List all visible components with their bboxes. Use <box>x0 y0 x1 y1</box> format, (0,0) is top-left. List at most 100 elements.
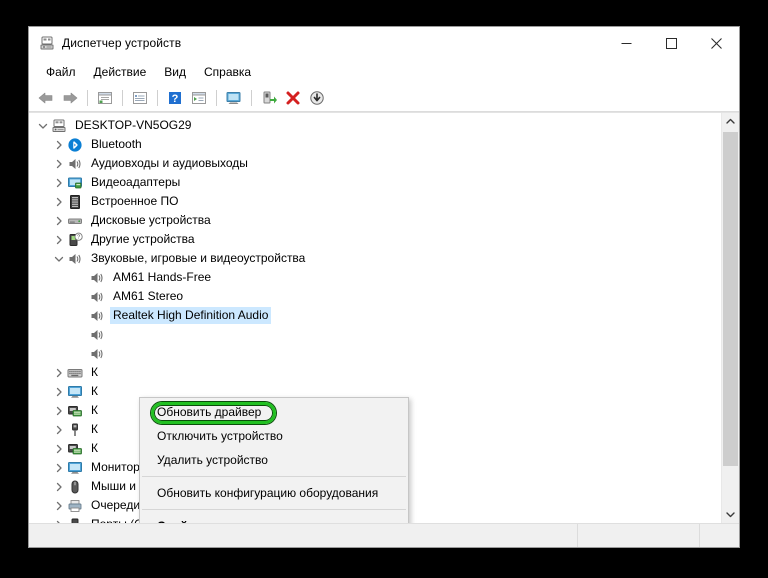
menu-file[interactable]: Файл <box>37 62 85 82</box>
minimize-button[interactable] <box>604 27 649 59</box>
chevron-right-icon[interactable] <box>51 194 67 210</box>
scroll-up-arrow-icon[interactable] <box>722 113 739 130</box>
status-bar <box>29 523 739 547</box>
tree-item[interactable]: К <box>29 363 721 382</box>
device-manager-icon <box>39 35 55 51</box>
chevron-right-icon[interactable] <box>51 137 67 153</box>
tree-item[interactable]: Realtek High Definition Audio <box>29 306 721 325</box>
ctx-disable-device[interactable]: Отключить устройство <box>140 424 408 448</box>
ctx-update-driver[interactable]: Обновить драйвер <box>140 400 408 424</box>
device-context-menu[interactable]: Обновить драйвер Отключить устройство Удал… <box>139 397 409 523</box>
chevron-right-icon[interactable] <box>51 479 67 495</box>
chevron-right-icon[interactable] <box>51 403 67 419</box>
vertical-scrollbar[interactable] <box>721 113 739 523</box>
context-menu-separator <box>142 509 406 510</box>
window-title: Диспетчер устройств <box>62 36 182 50</box>
install-legacy-device-icon[interactable] <box>258 87 280 109</box>
controller-icon <box>67 441 83 457</box>
ctx-uninstall-device[interactable]: Удалить устройство <box>140 448 408 472</box>
window-controls <box>604 27 739 59</box>
maximize-button[interactable] <box>649 27 694 59</box>
mouse-icon <box>67 479 83 495</box>
highlight-annotation-oval <box>151 402 276 424</box>
properties-icon[interactable] <box>129 87 151 109</box>
scroll-thumb[interactable] <box>723 132 738 466</box>
chevron-right-icon[interactable] <box>51 365 67 381</box>
back-arrow-icon[interactable] <box>35 87 57 109</box>
tree-item[interactable]: Встроенное ПО <box>29 192 721 211</box>
disable-device-icon[interactable] <box>306 87 328 109</box>
update-driver-icon[interactable] <box>188 87 210 109</box>
close-button[interactable] <box>694 27 739 59</box>
chevron-right-icon[interactable] <box>51 384 67 400</box>
speaker-icon <box>67 156 83 172</box>
tree-item-label: Другие устройства <box>91 232 195 246</box>
tree-item[interactable]: DESKTOP-VN5OG29 <box>29 116 721 135</box>
toolbar-separator <box>216 90 217 106</box>
ctx-properties[interactable]: Свойства <box>140 514 408 523</box>
toolbar-separator <box>122 90 123 106</box>
tree-item[interactable]: AM61 Stereo <box>29 287 721 306</box>
speaker-icon <box>89 327 105 343</box>
screenshot-root: Диспетчер устройств Файл Действие Вид Сп… <box>0 0 768 578</box>
toolbar-separator <box>251 90 252 106</box>
chevron-right-icon[interactable] <box>51 441 67 457</box>
chevron-none-icon <box>73 289 89 305</box>
tree-item-label <box>110 333 116 336</box>
chevron-right-icon[interactable] <box>51 422 67 438</box>
toolbar-separator <box>87 90 88 106</box>
content-area: DESKTOP-VN5OG29 Bluetooth Аудиовходы и ауд… <box>29 112 739 523</box>
menu-help[interactable]: Справка <box>195 62 260 82</box>
uninstall-device-icon[interactable] <box>282 87 304 109</box>
svg-text:?: ? <box>172 93 179 105</box>
keyboard-icon <box>67 365 83 381</box>
help-icon[interactable]: ? <box>164 87 186 109</box>
scroll-track[interactable] <box>722 130 739 506</box>
context-menu-separator <box>142 476 406 477</box>
status-panel-2 <box>577 524 699 547</box>
forward-arrow-icon[interactable] <box>59 87 81 109</box>
other-device-icon: ? <box>67 232 83 248</box>
tree-item[interactable]: Видеоадаптеры <box>29 173 721 192</box>
monitor-icon <box>67 460 83 476</box>
monitor-icon <box>67 384 83 400</box>
chevron-down-icon[interactable] <box>35 118 51 134</box>
menu-view[interactable]: Вид <box>155 62 195 82</box>
bluetooth-icon <box>67 137 83 153</box>
chevron-right-icon[interactable] <box>51 517 67 523</box>
chevron-right-icon[interactable] <box>51 156 67 172</box>
chevron-right-icon[interactable] <box>51 213 67 229</box>
chevron-right-icon[interactable] <box>51 460 67 476</box>
tree-item-label: DESKTOP-VN5OG29 <box>75 118 192 132</box>
chevron-none-icon <box>73 270 89 286</box>
tree-item[interactable]: Дисковые устройства <box>29 211 721 230</box>
chevron-right-icon[interactable] <box>51 498 67 514</box>
tree-item-label <box>110 352 116 355</box>
device-manager-window: Диспетчер устройств Файл Действие Вид Сп… <box>28 26 740 548</box>
tree-item-label: Встроенное ПО <box>91 194 179 208</box>
svg-text:?: ? <box>77 234 80 240</box>
show-hidden-devices-icon[interactable] <box>94 87 116 109</box>
chevron-down-icon[interactable] <box>51 251 67 267</box>
tree-item-label: Realtek High Definition Audio <box>110 307 272 324</box>
tree-item[interactable] <box>29 344 721 363</box>
tree-item-label: Видеоадаптеры <box>91 175 181 189</box>
speaker-icon <box>89 346 105 362</box>
chevron-right-icon[interactable] <box>51 232 67 248</box>
tree-item-label: AM61 Stereo <box>113 289 184 303</box>
tree-item[interactable] <box>29 325 721 344</box>
chevron-right-icon[interactable] <box>51 175 67 191</box>
scan-hardware-changes-icon[interactable] <box>223 87 245 109</box>
tree-item[interactable]: AM61 Hands-Free <box>29 268 721 287</box>
speaker-icon <box>89 289 105 305</box>
scroll-down-arrow-icon[interactable] <box>722 506 739 523</box>
tree-item[interactable]: ? Другие устройства <box>29 230 721 249</box>
menu-action[interactable]: Действие <box>85 62 156 82</box>
ctx-scan-hardware[interactable]: Обновить конфигурацию оборудования <box>140 481 408 505</box>
tree-item[interactable]: Аудиовходы и аудиовыходы <box>29 154 721 173</box>
tree-item[interactable]: Bluetooth <box>29 135 721 154</box>
chevron-none-icon <box>73 327 89 343</box>
tree-item[interactable]: Звуковые, игровые и видеоустройства <box>29 249 721 268</box>
speaker-icon <box>67 251 83 267</box>
speaker-icon <box>89 270 105 286</box>
